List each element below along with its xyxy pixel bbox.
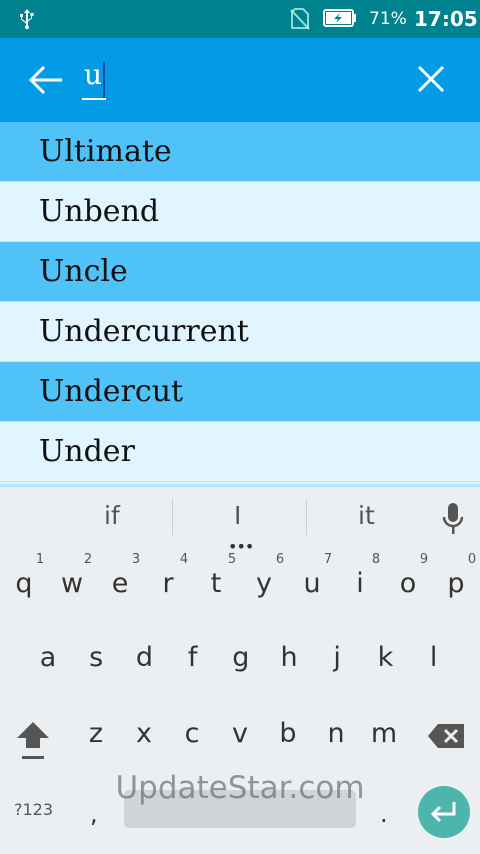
suggestion-list: Ultimate Unbend Uncle Undercurrent Under…	[0, 122, 480, 482]
key-x[interactable]: x	[124, 718, 164, 749]
search-query-text: u	[84, 58, 103, 91]
space-bar[interactable]	[124, 790, 356, 828]
search-toolbar: u	[0, 38, 480, 122]
backspace-icon[interactable]	[426, 722, 466, 750]
key-u[interactable]: u	[292, 568, 332, 599]
shift-icon[interactable]	[14, 718, 52, 764]
word-suggestion[interactable]: I	[234, 501, 241, 530]
symbols-key[interactable]: ?123	[14, 800, 53, 819]
key-hint: 5	[227, 552, 237, 567]
key-hint: 0	[467, 552, 477, 567]
key-a[interactable]: a	[28, 642, 68, 673]
key-hint: 9	[419, 552, 429, 567]
microphone-icon[interactable]	[440, 501, 466, 537]
period-key[interactable]: .	[380, 800, 388, 828]
list-item[interactable]: Undercut	[0, 362, 480, 422]
key-f[interactable]: f	[173, 642, 213, 673]
key-w[interactable]: w	[52, 568, 92, 599]
key-m[interactable]: m	[364, 718, 404, 749]
key-hint: 2	[83, 552, 93, 567]
list-item[interactable]: Unbend	[0, 182, 480, 242]
status-bar: 71% 17:05	[0, 0, 480, 38]
key-b[interactable]: b	[268, 718, 308, 749]
word-suggestion[interactable]: it	[358, 501, 375, 530]
list-item[interactable]: Ultimate	[0, 122, 480, 182]
key-y[interactable]: y	[244, 568, 284, 599]
clock: 17:05	[414, 7, 478, 31]
battery-percent: 71%	[369, 9, 407, 29]
text-cursor	[103, 62, 105, 98]
divider	[306, 499, 307, 535]
key-n[interactable]: n	[316, 718, 356, 749]
key-t[interactable]: t	[196, 568, 236, 599]
enter-icon	[430, 802, 456, 823]
key-h[interactable]: h	[269, 642, 309, 673]
key-e[interactable]: e	[100, 568, 140, 599]
key-hint: 4	[179, 552, 189, 567]
list-item[interactable]: Under	[0, 422, 480, 482]
key-hint: 8	[371, 552, 381, 567]
key-d[interactable]: d	[124, 642, 164, 673]
key-c[interactable]: c	[172, 718, 212, 749]
key-hint: 7	[323, 552, 333, 567]
enter-key[interactable]	[418, 786, 470, 838]
key-k[interactable]: k	[365, 642, 405, 673]
word-suggestion[interactable]: if	[104, 501, 120, 530]
divider	[172, 499, 173, 535]
usb-icon	[20, 9, 34, 30]
close-icon[interactable]	[414, 62, 448, 96]
key-hint: 6	[275, 552, 285, 567]
key-g[interactable]: g	[221, 642, 261, 673]
key-p[interactable]: p	[436, 568, 476, 599]
no-sim-icon	[290, 8, 310, 30]
key-o[interactable]: o	[388, 568, 428, 599]
key-hint: 1	[35, 552, 45, 567]
key-j[interactable]: j	[317, 642, 357, 673]
key-s[interactable]: s	[76, 642, 116, 673]
battery-charging-icon	[323, 9, 356, 27]
back-arrow-icon[interactable]	[26, 62, 66, 98]
key-z[interactable]: z	[76, 718, 116, 749]
comma-key[interactable]: ,	[90, 800, 98, 828]
key-r[interactable]: r	[148, 568, 188, 599]
key-hint: 3	[131, 552, 141, 567]
list-item[interactable]: Undercurrent	[0, 302, 480, 362]
key-q[interactable]: q	[4, 568, 44, 599]
key-v[interactable]: v	[220, 718, 260, 749]
key-i[interactable]: i	[340, 568, 380, 599]
list-item[interactable]: Uncle	[0, 242, 480, 302]
key-l[interactable]: l	[414, 642, 454, 673]
word-suggestion-strip: if I ••• it	[0, 484, 480, 556]
